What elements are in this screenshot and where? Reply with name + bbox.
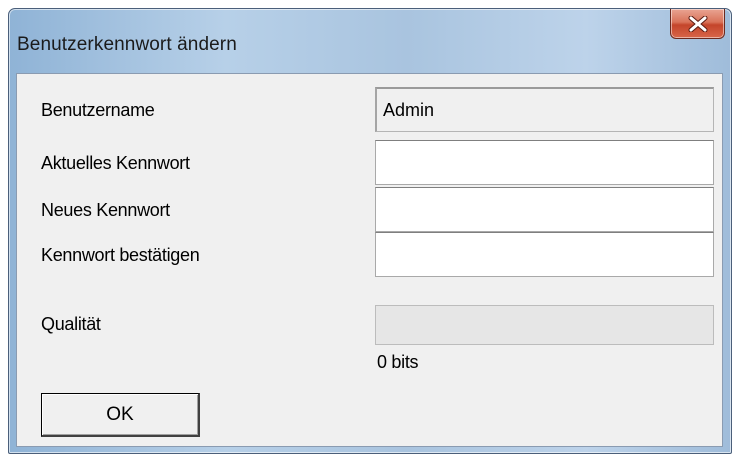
current-password-label: Aktuelles Kennwort <box>41 153 190 173</box>
close-x-icon <box>688 15 707 32</box>
confirm-password-label: Kennwort bestätigen <box>41 245 200 265</box>
password-quality-bar <box>375 305 714 345</box>
window-title: Benutzerkennwort ändern <box>17 34 237 55</box>
username-field[interactable] <box>375 87 714 132</box>
close-button[interactable] <box>670 9 725 39</box>
username-label: Benutzername <box>41 100 155 120</box>
title-bar[interactable]: Benutzerkennwort ändern <box>9 9 731 69</box>
quality-label: Qualität <box>41 314 101 334</box>
confirm-password-field[interactable] <box>375 232 714 277</box>
new-password-label: Neues Kennwort <box>41 200 170 220</box>
dialog-content: Benutzername Aktuelles Kennwort Neues Ke… <box>16 73 723 447</box>
quality-bits-text: 0 bits <box>377 352 419 372</box>
change-password-dialog: Benutzerkennwort ändern Benutzername Akt… <box>8 8 732 454</box>
current-password-field[interactable] <box>375 140 714 185</box>
new-password-field[interactable] <box>375 187 714 232</box>
ok-button[interactable]: OK <box>41 393 200 437</box>
ok-button-label: OK <box>106 403 134 425</box>
